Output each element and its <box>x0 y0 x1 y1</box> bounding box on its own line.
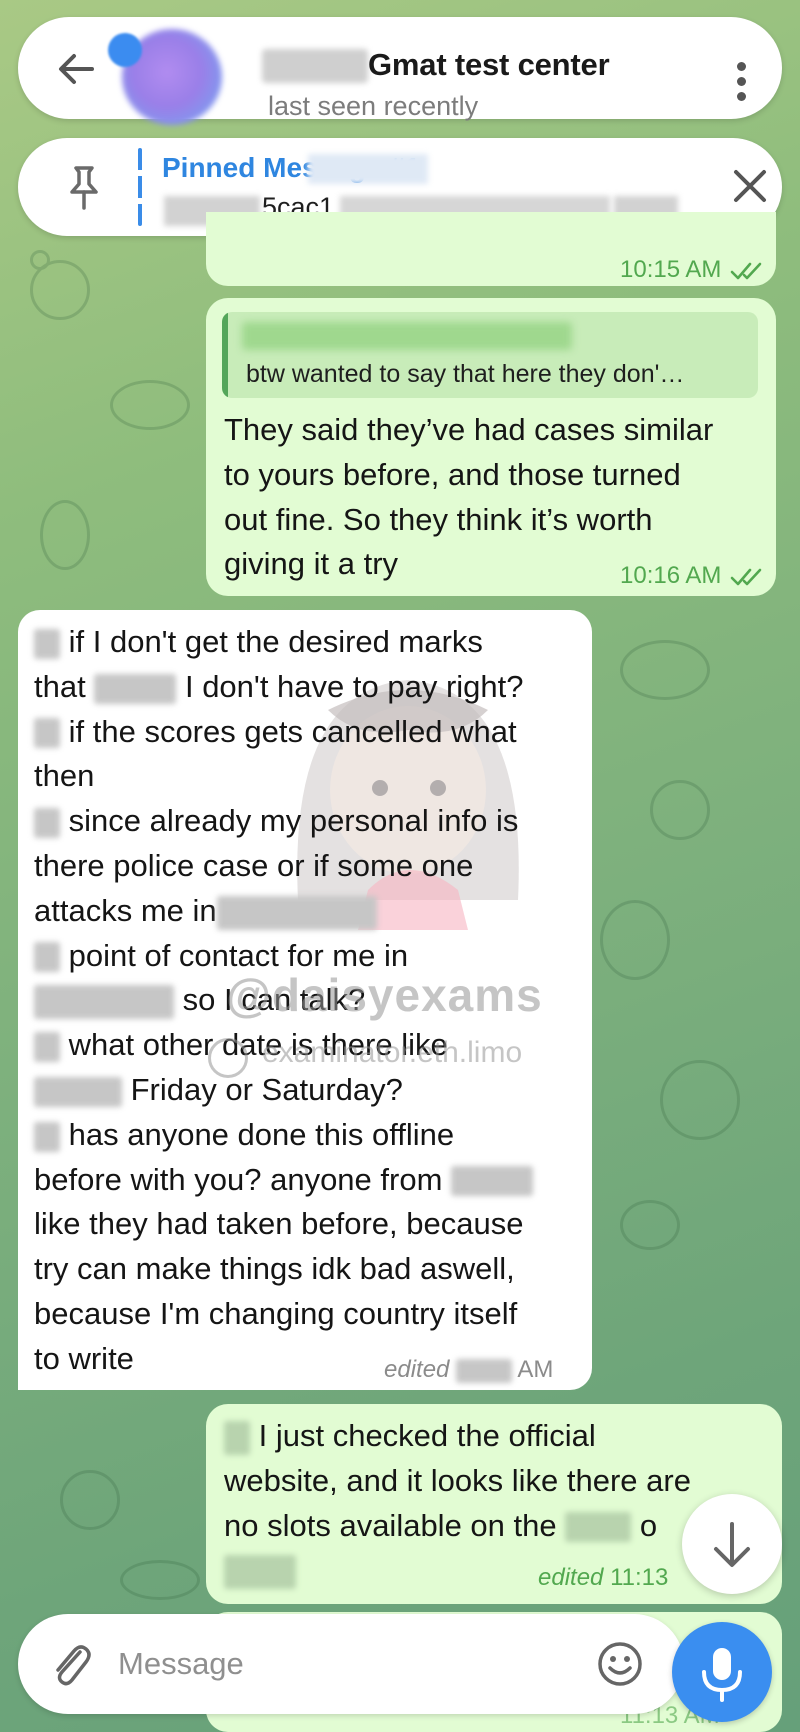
redacted-pinned-title <box>308 154 428 184</box>
arrow-down-icon <box>714 1522 750 1567</box>
microphone-icon <box>702 1648 742 1702</box>
message-line: I just checked the official <box>224 1414 691 1459</box>
message-line: to yours before, and those turned <box>224 456 681 492</box>
quote-text: btw wanted to say that here they don'… <box>246 360 685 388</box>
avatar[interactable] <box>108 29 228 125</box>
redacted-time <box>456 1358 513 1383</box>
message-line: Friday or Saturday? <box>34 1068 533 1113</box>
message-line: before with you? anyone from <box>34 1158 534 1203</box>
message-line: website, and it looks like there are <box>224 1462 691 1498</box>
avatar-badge <box>108 33 142 67</box>
message-outgoing[interactable]: btw wanted to say that here they don'… T… <box>206 298 776 596</box>
arrow-left-icon[interactable] <box>54 47 98 91</box>
message-line: if the scores gets cancelled what <box>34 710 533 755</box>
message-outgoing[interactable]: 10:15 AM <box>206 212 776 286</box>
message-meta: edited 11:13 <box>538 1564 668 1592</box>
microphone-button[interactable] <box>672 1622 772 1722</box>
message-line: They said they’ve had cases similar <box>224 412 714 447</box>
chat-status: last seen recently <box>268 91 479 121</box>
message-line: like they had taken before, because <box>34 1206 524 1242</box>
reply-quote[interactable]: btw wanted to say that here they don'… <box>222 312 758 398</box>
scroll-down-button[interactable] <box>682 1494 782 1594</box>
message-time-suffix: AM <box>517 1356 554 1383</box>
chat-title[interactable]: Gmat test center <box>368 47 610 83</box>
smile-icon[interactable] <box>596 1640 644 1688</box>
quote-bar <box>222 312 228 398</box>
close-icon[interactable] <box>730 166 770 206</box>
message-meta: 10:16 AM <box>620 562 764 590</box>
message-line: has anyone done this offline <box>34 1113 533 1158</box>
message-line: there police case or if some one <box>34 847 474 883</box>
message-meta: edited AM <box>384 1356 553 1384</box>
globe-icon <box>208 1038 248 1078</box>
message-input[interactable] <box>118 1638 578 1690</box>
message-time: 10:15 AM <box>620 256 722 283</box>
message-time: 11:13 <box>610 1564 669 1591</box>
message-meta: 10:15 AM <box>620 256 764 284</box>
message-line: since already my personal info is <box>34 799 533 844</box>
message-line: that I don't have to pay right? <box>34 668 524 704</box>
message-line: attacks me in <box>34 889 533 934</box>
edited-label: edited <box>538 1564 604 1591</box>
message-line: try can make things idk bad aswell, <box>34 1251 515 1287</box>
pin-icon <box>70 166 98 210</box>
pinned-indicator <box>138 148 142 226</box>
more-vertical-icon[interactable] <box>734 62 748 106</box>
watermark-site: examinator.eth.limo <box>262 1036 523 1069</box>
paperclip-icon[interactable] <box>48 1640 94 1688</box>
message-line: if I don't get the desired marks <box>34 620 533 665</box>
watermark-handle: @daisyexams <box>226 969 543 1021</box>
message-text: They said they’ve had cases similar to y… <box>224 408 713 587</box>
double-check-icon <box>730 568 762 585</box>
double-check-icon <box>730 262 762 279</box>
edited-label: edited <box>384 1356 450 1383</box>
message-composer <box>18 1614 684 1714</box>
message-line: no slots available on the o <box>224 1507 658 1543</box>
message-line: out fine. So they think it’s worth <box>224 501 653 537</box>
chat-header: Gmat test center last seen recently <box>18 17 782 125</box>
redacted-quote-author <box>242 322 572 350</box>
redacted-title <box>262 49 368 83</box>
message-line: because I'm changing country itself <box>34 1295 518 1331</box>
message-line: then <box>34 758 95 794</box>
message-time: 10:16 AM <box>620 562 722 589</box>
